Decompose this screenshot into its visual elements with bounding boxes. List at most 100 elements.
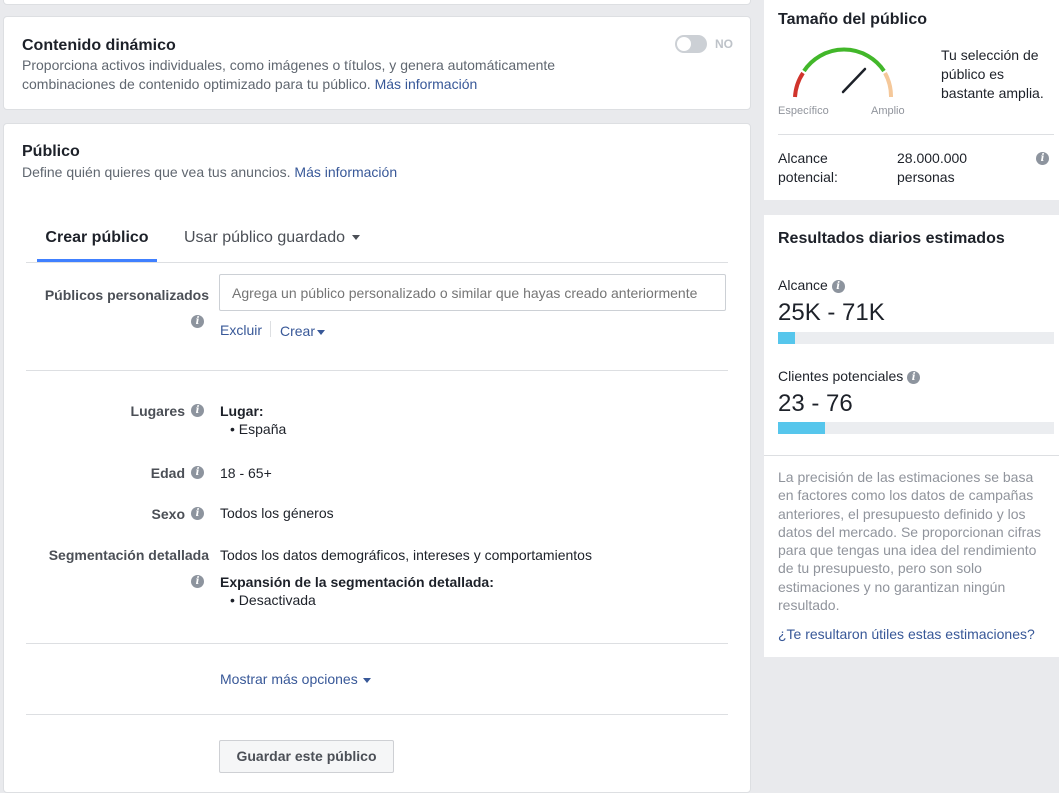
detailed-targeting-info-icon[interactable]: i xyxy=(191,575,204,588)
create-link[interactable]: Crear xyxy=(280,323,326,339)
gauge-needle xyxy=(841,67,867,94)
daily-reach-label: Alcance i xyxy=(778,277,845,293)
size-desc-line: bastante amplia. xyxy=(941,85,1044,101)
estimates-disclaimer: La precisión de las estimaciones se basa… xyxy=(778,468,1041,614)
dynamic-more-info-link[interactable]: Más información xyxy=(375,76,478,92)
reach-value-line: 28.000.000 xyxy=(897,150,968,166)
places-info-icon[interactable]: i xyxy=(191,404,204,417)
dynamic-desc-text: combinaciones de contenido optimizado pa… xyxy=(22,76,371,92)
disclaimer-line: estimaciones y no garantizan ningún xyxy=(778,578,1006,595)
daily-leads-label-text: Clientes potenciales xyxy=(778,368,904,384)
disclaimer-line: de tu presupuesto, pero son solo xyxy=(778,560,982,577)
custom-divider xyxy=(26,370,728,371)
save-audience-button[interactable]: Guardar este público xyxy=(219,740,394,773)
gender-label: Sexo xyxy=(151,506,185,522)
daily-leads-value: 23 - 76 xyxy=(778,390,853,417)
audience-size-desc: Tu selección de público es bastante ampl… xyxy=(941,46,1044,103)
dynamic-desc-line1: Proporciona activos individuales, como i… xyxy=(22,57,556,73)
daily-leads-bar-fill xyxy=(778,422,825,434)
size-desc-line: Tu selección de xyxy=(941,47,1039,63)
expansion-heading: Expansión de la segmentación detallada: xyxy=(220,574,494,590)
reach-value-line: personas xyxy=(897,169,955,185)
tab-create-audience[interactable]: Crear público xyxy=(37,218,157,262)
previous-card-bottom xyxy=(3,0,751,5)
audience-size-title: Tamaño del público xyxy=(778,11,928,28)
potential-reach-label: Alcance potencial: xyxy=(778,149,838,187)
dynamic-content-card: Contenido dinámico Proporciona activos i… xyxy=(3,16,751,110)
gauge-left-label: Específico xyxy=(778,105,829,117)
gauge-green-arc xyxy=(802,47,886,73)
custom-audiences-info-icon[interactable]: i xyxy=(191,315,204,328)
daily-leads-bar xyxy=(778,422,1054,434)
reach-label-line: Alcance xyxy=(778,150,828,166)
tab-saved-label: Usar público guardado xyxy=(184,229,345,246)
places-label: Lugares xyxy=(130,403,185,419)
chevron-down-icon xyxy=(362,677,371,683)
disclaimer-line: anteriores, el presupuesto definido y lo… xyxy=(778,505,1026,522)
show-more-options-label: Mostrar más opciones xyxy=(220,671,358,687)
audience-card: Público Define quién quieres que vea tus… xyxy=(3,123,751,793)
tab-create-label: Crear público xyxy=(45,229,149,246)
potential-reach-info-icon[interactable]: i xyxy=(1036,152,1049,165)
detailed-targeting-value: Todos los datos demográficos, intereses … xyxy=(220,547,592,563)
detailed-divider xyxy=(26,643,728,644)
size-desc-line: público es xyxy=(941,66,1005,82)
age-info-icon[interactable]: i xyxy=(191,466,204,479)
link-separator xyxy=(270,321,271,337)
expansion-item-text: Desactivada xyxy=(238,592,316,608)
daily-results-title: Resultados diarios estimados xyxy=(778,230,1005,247)
gender-value: Todos los géneros xyxy=(220,505,334,521)
disclaimer-line: en factores como los datos de campañas xyxy=(778,487,1034,504)
audience-more-info-link[interactable]: Más información xyxy=(294,164,397,180)
toggle-knob xyxy=(677,37,691,51)
audience-desc-text: Define quién quieres que vea tus anuncio… xyxy=(22,164,291,180)
tab-saved-audience[interactable]: Usar público guardado xyxy=(184,218,360,262)
audience-size-panel: Tamaño del público Específico Amplio Tu … xyxy=(764,0,1059,200)
disclaimer-line: La precisión de las estimaciones se basa xyxy=(778,469,1034,485)
daily-reach-label-text: Alcance xyxy=(778,277,828,293)
gauge-orange-arc xyxy=(883,72,894,98)
audience-gauge xyxy=(793,47,894,98)
daily-leads-label: Clientes potenciales i xyxy=(778,368,921,384)
potential-reach-value: 28.000.000 personas xyxy=(897,149,967,187)
size-divider xyxy=(778,134,1054,135)
dynamic-desc-line2: combinaciones de contenido optimizado pa… xyxy=(22,75,622,94)
disclaimer-line: resultado. xyxy=(778,597,840,614)
dynamic-content-desc: Proporciona activos individuales, como i… xyxy=(22,56,622,94)
disclaimer-line: para que tengas una idea del rendimiento xyxy=(778,542,1037,559)
age-value: 18 - 65+ xyxy=(220,465,272,481)
tabs-divider xyxy=(26,262,728,263)
exclude-link[interactable]: Excluir xyxy=(220,322,262,338)
reach-label-line: potencial: xyxy=(778,169,838,185)
age-label: Edad xyxy=(150,465,185,481)
daily-reach-info-icon[interactable]: i xyxy=(831,279,845,293)
daily-reach-bar-fill xyxy=(778,332,795,344)
show-more-options-link[interactable]: Mostrar más opciones xyxy=(220,671,371,687)
daily-divider xyxy=(764,455,1059,456)
estimates-feedback-link[interactable]: ¿Te resultaron útiles estas estimaciones… xyxy=(778,626,1035,642)
disclaimer-line: datos del mercado. Se proporcionan cifra… xyxy=(778,523,1042,540)
daily-results-panel: Resultados diarios estimados Alcance i 2… xyxy=(764,215,1059,657)
daily-leads-info-icon[interactable]: i xyxy=(907,370,921,384)
places-heading: Lugar: xyxy=(220,403,264,419)
audience-desc: Define quién quieres que vea tus anuncio… xyxy=(22,163,397,182)
gender-info-icon[interactable]: i xyxy=(191,507,204,520)
save-audience-label: Guardar este público xyxy=(236,748,377,764)
dynamic-toggle[interactable] xyxy=(675,35,707,53)
gauge-red-arc xyxy=(793,71,805,98)
options-divider xyxy=(26,714,728,715)
detailed-targeting-label: Segmentación detallada xyxy=(48,547,209,563)
custom-audience-input[interactable] xyxy=(219,274,726,311)
gauge-right-label: Amplio xyxy=(871,105,905,117)
audience-title: Público xyxy=(22,143,80,160)
dynamic-content-title: Contenido dinámico xyxy=(22,37,176,54)
custom-audiences-label: Públicos personalizados xyxy=(44,287,209,303)
places-item-text: España xyxy=(238,421,287,437)
toggle-label: NO xyxy=(715,37,733,51)
daily-reach-bar xyxy=(778,332,1054,344)
chevron-down-icon xyxy=(352,235,360,241)
create-link-label: Crear xyxy=(280,323,316,339)
daily-reach-value: 25K - 71K xyxy=(778,299,885,326)
chevron-down-icon xyxy=(317,329,326,335)
expansion-item: • Desactivada xyxy=(230,592,316,608)
